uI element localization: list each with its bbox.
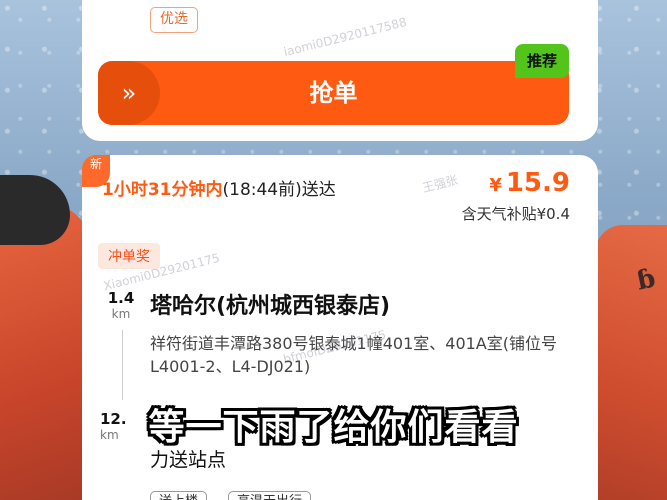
top-order-card: 优选 抢单 » 推荐 iaomi0D2920117588 [82,0,598,141]
watermark: 王强张 [420,172,460,196]
slide-arrow-icon[interactable]: » [98,61,160,125]
tattoo-mark: ɓ [633,263,658,297]
weather-subsidy: 含天气补贴¥0.4 [461,205,570,223]
preferred-tag: 优选 [150,7,198,33]
video-subtitle: 等一下雨了给你们看看 [148,407,519,448]
recommend-badge: 推荐 [515,44,569,78]
order-tag-heat: 高温天出行 [228,491,312,500]
delivery-time: 1小时31分钟内(18:44前)送达 [102,175,336,200]
grab-order-button[interactable]: 抢单 » [98,61,569,125]
watermark: iaomi0D2920117588 [282,14,409,60]
order-price: ¥15.9 [489,168,570,198]
pickup-shop-name: 塔哈尔(杭州城西银泰店) [150,294,391,319]
pickup-distance: 1.4 km [106,289,136,321]
route-line [122,330,123,400]
grab-order-label: 抢单 [309,79,358,107]
delivery-time-rest: (18:44前)送达 [222,180,336,200]
order-tag-upstairs: 送上楼 [150,491,208,500]
pickup-distance-unit: km [111,307,131,321]
delivery-time-highlight: 1小时31分钟内 [102,180,223,200]
price-symbol: ¥ [489,175,502,196]
pickup-distance-value: 1.4 [107,289,135,307]
person-left [0,175,90,500]
bonus-tag: 冲单奖 [98,243,160,269]
person-right: ɓ [595,225,667,500]
price-value: 15.9 [505,168,570,198]
